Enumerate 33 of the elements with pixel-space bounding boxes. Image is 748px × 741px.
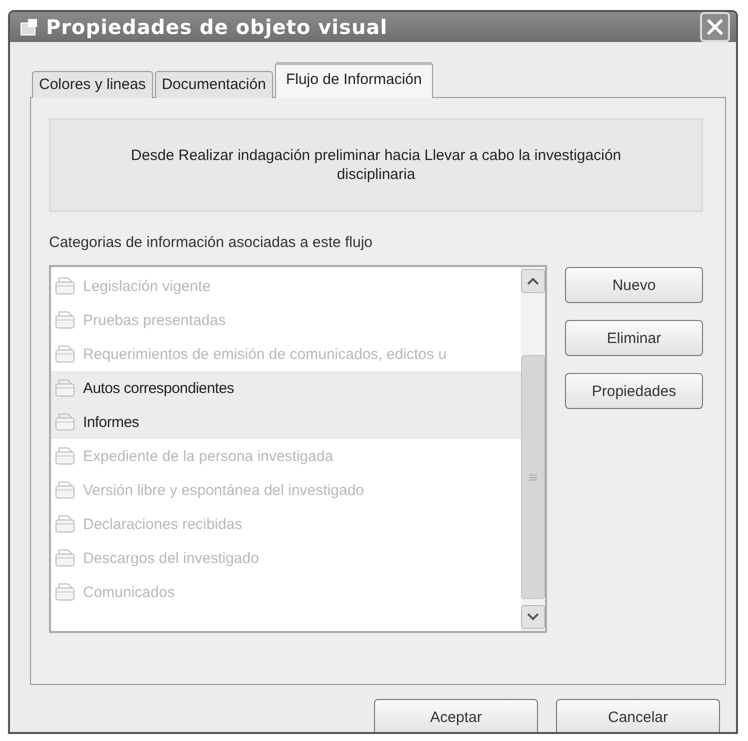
scroll-down-button[interactable] — [521, 605, 545, 629]
list-item[interactable]: Informes — [51, 405, 521, 439]
window-icon — [20, 18, 38, 36]
close-button[interactable] — [700, 12, 730, 42]
tab[interactable]: Colores y lineas — [32, 71, 153, 98]
list-item[interactable]: Autos correspondientes — [51, 371, 521, 405]
chevron-down-icon — [527, 613, 539, 621]
scroll-up-button[interactable] — [521, 269, 545, 293]
dialog-button[interactable]: Cancelar — [556, 699, 720, 732]
folder-icon — [55, 378, 77, 398]
folder-icon — [55, 412, 77, 432]
folder-icon — [55, 310, 77, 330]
tab[interactable]: Documentación — [154, 71, 273, 98]
action-button[interactable]: Eliminar — [565, 320, 703, 356]
folder-icon — [55, 344, 77, 364]
chevron-up-icon — [527, 277, 539, 285]
window-title: Propiedades de objeto visual — [46, 15, 389, 39]
scroll-thumb[interactable] — [521, 355, 545, 599]
close-icon — [706, 18, 724, 36]
list-label: Categorias de información asociadas a este flujo — [49, 234, 374, 251]
folder-icon — [55, 480, 77, 500]
tab[interactable]: Flujo de Información — [274, 62, 433, 98]
folder-icon — [55, 548, 77, 568]
dialog-button[interactable]: Aceptar — [374, 699, 538, 732]
action-button[interactable]: Propiedades — [565, 373, 703, 409]
folder-icon — [55, 582, 77, 602]
flow-description: Desde Realizar indagación preliminar hacia Llevar a cabo la investigación disciplinaria — [130, 146, 622, 184]
action-button[interactable]: Nuevo — [565, 267, 703, 303]
scrollbar[interactable] — [521, 267, 545, 631]
folder-icon — [55, 446, 77, 466]
folder-icon — [55, 276, 77, 296]
folder-icon — [55, 514, 77, 534]
grip-icon — [529, 474, 537, 480]
